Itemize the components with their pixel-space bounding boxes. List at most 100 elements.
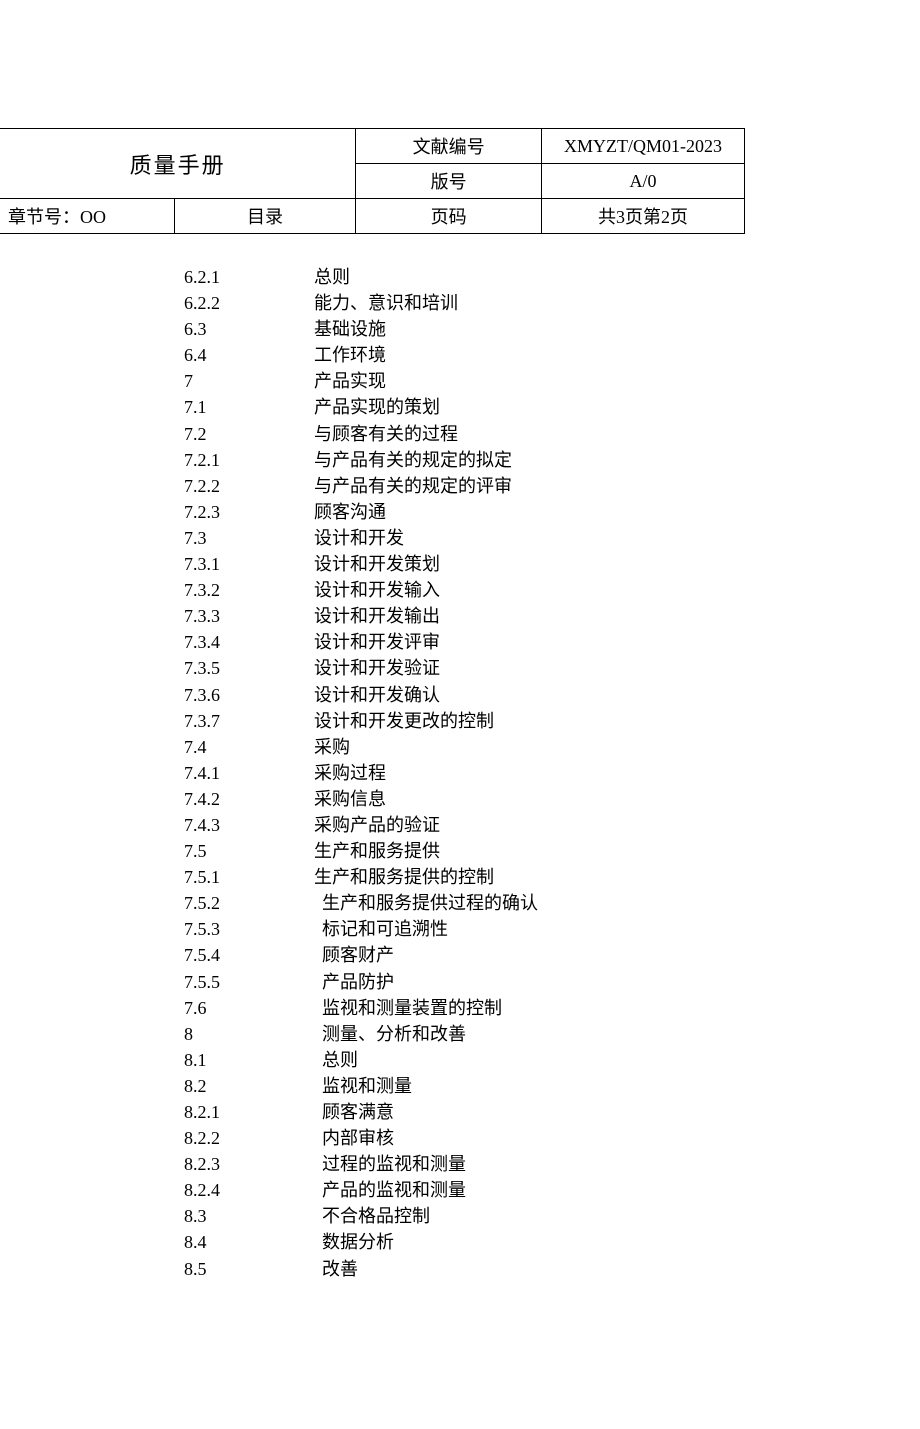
document-header-table: 质量手册 文献编号 XMYZT/QM01-2023 版号 A/0 章节号：OO … — [0, 128, 745, 234]
toc-number: 7.5.2 — [184, 890, 314, 916]
toc-number: 7.4.2 — [184, 786, 314, 812]
toc-title: 顾客财产 — [314, 942, 920, 968]
toc-title: 能力、意识和培训 — [314, 290, 920, 316]
toc-title: 与顾客有关的过程 — [314, 421, 920, 447]
toc-title: 设计和开发验证 — [314, 655, 920, 681]
toc-row: 7.3.6设计和开发确认 — [184, 682, 920, 708]
toc-title: 监视和测量 — [314, 1073, 920, 1099]
toc-number: 6.3 — [184, 316, 314, 342]
toc-number: 7.4.3 — [184, 812, 314, 838]
toc-title: 产品的监视和测量 — [314, 1177, 920, 1203]
doc-no-label-cell: 文献编号 — [356, 129, 542, 164]
page-value: 共3页第2页 — [598, 207, 688, 227]
toc-title: 设计和开发输出 — [314, 603, 920, 629]
toc-title: 与产品有关的规定的评审 — [314, 473, 920, 499]
toc-title: 设计和开发 — [314, 525, 920, 551]
toc-title: 设计和开发更改的控制 — [314, 708, 920, 734]
toc-row: 7.3.7设计和开发更改的控制 — [184, 708, 920, 734]
toc-title: 与产品有关的规定的拟定 — [314, 447, 920, 473]
version-label: 版号 — [431, 172, 467, 192]
toc-row: 8.2.2内部审核 — [184, 1125, 920, 1151]
toc-number: 7.6 — [184, 995, 314, 1021]
toc-title: 过程的监视和测量 — [314, 1151, 920, 1177]
toc-row: 7.5.4顾客财产 — [184, 942, 920, 968]
toc-row: 7.3.5设计和开发验证 — [184, 655, 920, 681]
toc-title: 测量、分析和改善 — [314, 1021, 920, 1047]
toc-row: 6.2.2能力、意识和培训 — [184, 290, 920, 316]
toc-row: 7.6监视和测量装置的控制 — [184, 995, 920, 1021]
toc-number: 7.3 — [184, 525, 314, 551]
toc-number: 7.3.2 — [184, 577, 314, 603]
page-label-cell: 页码 — [356, 199, 542, 234]
toc-number: 8.2.2 — [184, 1125, 314, 1151]
table-of-contents: 6.2.1总则6.2.2能力、意识和培训6.3基础设施6.4工作环境7产品实现7… — [184, 264, 920, 1282]
toc-row: 7.4.1采购过程 — [184, 760, 920, 786]
toc-title: 标记和可追溯性 — [314, 916, 920, 942]
toc-number: 8.2 — [184, 1073, 314, 1099]
toc-number: 8.2.1 — [184, 1099, 314, 1125]
toc-number: 8.1 — [184, 1047, 314, 1073]
toc-title: 生产和服务提供过程的确认 — [314, 890, 920, 916]
toc-title: 数据分析 — [314, 1229, 920, 1255]
toc-row: 7.2.1与产品有关的规定的拟定 — [184, 447, 920, 473]
toc-number: 7.4.1 — [184, 760, 314, 786]
toc-number: 7.3.3 — [184, 603, 314, 629]
manual-title: 质量手册 — [130, 153, 226, 178]
toc-title: 生产和服务提供 — [314, 838, 920, 864]
toc-row: 7.5.1生产和服务提供的控制 — [184, 864, 920, 890]
toc-row: 7.3.1设计和开发策划 — [184, 551, 920, 577]
toc-title: 产品实现的策划 — [314, 394, 920, 420]
toc-row: 7.5.5产品防护 — [184, 969, 920, 995]
toc-number: 7.1 — [184, 394, 314, 420]
toc-row: 8.2.4产品的监视和测量 — [184, 1177, 920, 1203]
toc-title: 设计和开发确认 — [314, 682, 920, 708]
chapter-label: 章节号：OO — [8, 207, 106, 227]
toc-number: 7.5 — [184, 838, 314, 864]
toc-row: 7产品实现 — [184, 368, 920, 394]
document-page: 质量手册 文献编号 XMYZT/QM01-2023 版号 A/0 章节号：OO … — [0, 128, 920, 1429]
toc-number: 7.2.3 — [184, 499, 314, 525]
toc-label-cell: 目录 — [174, 199, 355, 234]
doc-no-label: 文献编号 — [413, 137, 485, 157]
toc-number: 7.3.7 — [184, 708, 314, 734]
toc-number: 8.2.4 — [184, 1177, 314, 1203]
toc-number: 7.3.5 — [184, 655, 314, 681]
toc-title: 总则 — [314, 264, 920, 290]
version-label-cell: 版号 — [356, 164, 542, 199]
toc-number: 7 — [184, 368, 314, 394]
toc-title: 设计和开发输入 — [314, 577, 920, 603]
toc-row: 7.2.3顾客沟通 — [184, 499, 920, 525]
toc-number: 7.3.4 — [184, 629, 314, 655]
toc-row: 7.2与顾客有关的过程 — [184, 421, 920, 447]
toc-number: 7.3.1 — [184, 551, 314, 577]
toc-row: 7.3设计和开发 — [184, 525, 920, 551]
toc-number: 7.5.5 — [184, 969, 314, 995]
toc-title: 改善 — [314, 1256, 920, 1282]
toc-number: 8.3 — [184, 1203, 314, 1229]
page-label: 页码 — [431, 207, 467, 227]
toc-row: 7.5.3标记和可追溯性 — [184, 916, 920, 942]
toc-row: 7.2.2与产品有关的规定的评审 — [184, 473, 920, 499]
toc-number: 6.2.2 — [184, 290, 314, 316]
toc-number: 8 — [184, 1021, 314, 1047]
toc-number: 7.2 — [184, 421, 314, 447]
toc-title: 设计和开发策划 — [314, 551, 920, 577]
toc-number: 7.2.2 — [184, 473, 314, 499]
toc-title: 顾客满意 — [314, 1099, 920, 1125]
toc-row: 7.4.2采购信息 — [184, 786, 920, 812]
toc-number: 7.4 — [184, 734, 314, 760]
version-value: A/0 — [629, 171, 656, 191]
toc-number: 7.5.1 — [184, 864, 314, 890]
toc-title: 产品实现 — [314, 368, 920, 394]
doc-no-value: XMYZT/QM01-2023 — [564, 136, 722, 156]
toc-row: 7.5.2生产和服务提供过程的确认 — [184, 890, 920, 916]
toc-number: 7.2.1 — [184, 447, 314, 473]
toc-title: 采购过程 — [314, 760, 920, 786]
manual-title-cell: 质量手册 — [0, 129, 356, 199]
toc-row: 8.4数据分析 — [184, 1229, 920, 1255]
toc-row: 7.1产品实现的策划 — [184, 394, 920, 420]
toc-label: 目录 — [247, 207, 283, 227]
toc-number: 8.2.3 — [184, 1151, 314, 1177]
toc-row: 6.3基础设施 — [184, 316, 920, 342]
toc-row: 7.4采购 — [184, 734, 920, 760]
